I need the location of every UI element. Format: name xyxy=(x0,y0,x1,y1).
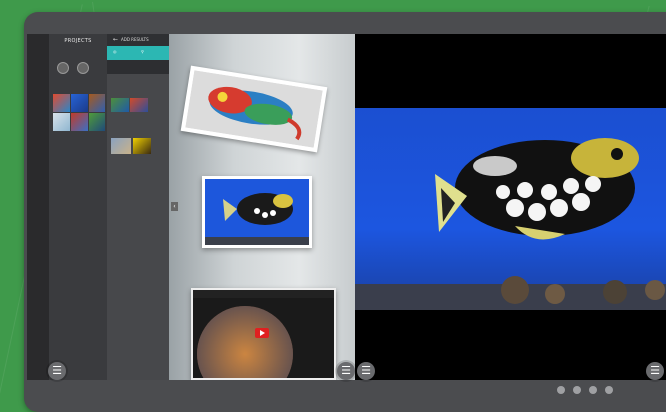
canvas-menu-button[interactable]: ☰ xyxy=(337,362,355,380)
project-thumbnails xyxy=(53,94,105,134)
project-thumbnail[interactable] xyxy=(71,94,88,112)
right-menu-button[interactable]: ☰ xyxy=(646,362,664,380)
assets-header: ← ADD RESULTS xyxy=(107,34,169,46)
asset-thumbnail[interactable] xyxy=(111,98,129,112)
earth-video-thumbnail xyxy=(193,290,334,380)
triggerfish-image-small xyxy=(205,179,309,245)
pagination-dots xyxy=(557,386,613,394)
arrow-left-icon[interactable]: ← xyxy=(113,36,118,43)
page-dot[interactable] xyxy=(589,386,597,394)
assets-panel: ← ADD RESULTS ◎ ⚲ xyxy=(107,34,169,380)
asset-thumbnail[interactable] xyxy=(111,138,131,154)
page-dot[interactable] xyxy=(605,386,613,394)
project-thumbnail[interactable] xyxy=(53,94,70,112)
tab-media[interactable]: ◎ xyxy=(113,49,117,54)
project-thumbnail[interactable] xyxy=(53,113,70,131)
chevron-left-icon[interactable]: ‹ xyxy=(171,202,178,211)
asset-thumbnail[interactable] xyxy=(133,138,151,154)
preview-image xyxy=(355,108,666,310)
menu-icon[interactable]: ☰ xyxy=(48,362,66,380)
assets-tabbar: ◎ ⚲ xyxy=(107,46,169,60)
preview-pane xyxy=(355,34,666,380)
new-project-button[interactable] xyxy=(57,62,69,74)
app-screen: PROJECTS ← ADD RESULTS ◎ ⚲ ‹ xyxy=(27,34,666,380)
project-thumbnail[interactable] xyxy=(89,113,105,131)
projects-title: PROJECTS xyxy=(64,38,92,44)
project-thumbnail[interactable] xyxy=(71,113,88,131)
asset-thumbnail[interactable] xyxy=(130,98,148,112)
assets-filter-row xyxy=(107,60,169,74)
earth-video-card[interactable] xyxy=(191,288,336,380)
projects-panel: PROJECTS xyxy=(49,34,107,380)
triggerfish-image-large xyxy=(355,138,666,310)
fish-photo-card[interactable] xyxy=(202,176,312,248)
left-edge-strip xyxy=(27,34,49,380)
page-dot[interactable] xyxy=(557,386,565,394)
import-project-button[interactable] xyxy=(77,62,89,74)
preview-menu-button[interactable]: ☰ xyxy=(357,362,375,380)
assets-header-title: ADD RESULTS xyxy=(121,37,149,42)
tab-search[interactable]: ⚲ xyxy=(141,49,144,54)
project-thumbnail[interactable] xyxy=(89,94,105,112)
page-dot[interactable] xyxy=(573,386,581,394)
